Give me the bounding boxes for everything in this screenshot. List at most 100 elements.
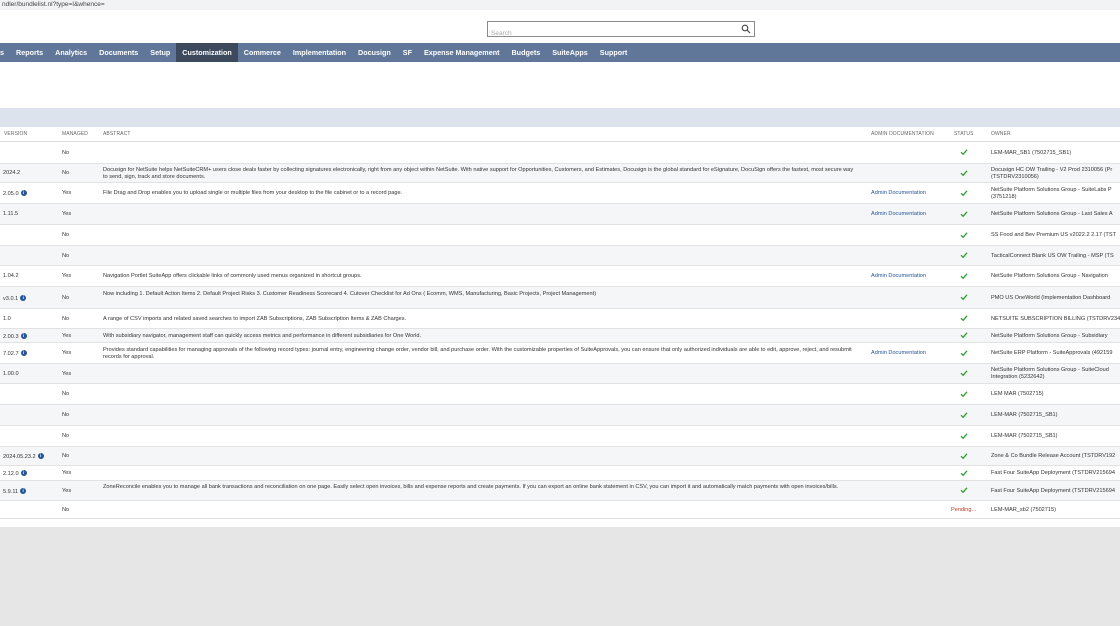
- status-check-icon: [960, 149, 968, 156]
- table-row[interactable]: v3.0.1 i No Now including 1. Default Action…: [0, 287, 1120, 309]
- status-check-icon: [960, 294, 968, 301]
- table-row[interactable]: 2.12.0 i Yes Fast Four SuiteApp Deployment …: [0, 466, 1120, 481]
- managed-cell: Yes: [62, 211, 72, 217]
- managed-cell: No: [62, 412, 70, 418]
- table-row[interactable]: No LEM-MAR (7502715_SB1): [0, 405, 1120, 426]
- search-input[interactable]: [488, 26, 733, 41]
- nav-item-expense-management[interactable]: Expense Management: [418, 43, 506, 62]
- managed-cell: Yes: [62, 273, 72, 279]
- admin-documentation-link[interactable]: Admin Documentation: [871, 190, 951, 197]
- owner-cell: NetSuite Platform Solutions Group - Last…: [991, 211, 1113, 217]
- status-check-icon: [960, 211, 968, 218]
- owner-cell: Zone & Co Bundle Release Account (TSTDRV…: [991, 453, 1116, 459]
- version-text: 7.02.7: [3, 351, 19, 357]
- table-row[interactable]: No LEM MAR (7502715): [0, 384, 1120, 405]
- abstract-cell: Now including 1. Default Action Items 2.…: [103, 291, 597, 297]
- table-row[interactable]: No LEM-MAR_SB1 (7502715_SB1): [0, 142, 1120, 164]
- status-check-icon: [960, 433, 968, 440]
- header-abstract[interactable]: ABSTRACT: [103, 131, 130, 137]
- header-managed[interactable]: MANAGED: [62, 131, 88, 137]
- header-admin-documentation[interactable]: ADMIN DOCUMENTATION: [871, 131, 934, 137]
- owner-cell: NetSuite Platform Solutions Group - Navi…: [991, 273, 1108, 279]
- status-check-icon: [960, 470, 968, 477]
- table-row[interactable]: 2024.05.23.2 i No Zone & Co Bundle Release …: [0, 447, 1120, 466]
- owner-cell: LEM-MAR (7502715_SB1): [991, 433, 1058, 439]
- status-check-icon: [960, 273, 968, 280]
- version-text: 1.0: [3, 316, 11, 322]
- owner-cell: Fast Four SuiteApp Deployment (TSTDRV215…: [991, 488, 1115, 494]
- version-text: 2.05.0: [3, 191, 19, 197]
- abstract-cell: A range of CSV imports and related saved…: [103, 316, 407, 322]
- status-check-icon: [960, 332, 968, 339]
- nav-item-commerce[interactable]: Commerce: [238, 43, 287, 62]
- status-check-icon: [960, 412, 968, 419]
- managed-cell: No: [62, 507, 70, 513]
- status-check-icon: [960, 315, 968, 322]
- header-owner[interactable]: OWNER: [991, 131, 1011, 137]
- nav-item-customization[interactable]: Customization: [176, 43, 238, 62]
- owner-cell: NetSuite Platform Solutions Group - Suit…: [991, 367, 1109, 380]
- header-status[interactable]: STATUS: [954, 131, 974, 137]
- table-row[interactable]: No SS Food and Bev Premium US v2022.2 2.1…: [0, 225, 1120, 246]
- table-row[interactable]: 1.00.0 Yes NetSuite Platform Solutions Gro…: [0, 364, 1120, 384]
- version-cell: 2024.2: [3, 170, 58, 177]
- status-check-icon: [960, 370, 968, 377]
- header-version[interactable]: VERSION: [4, 131, 27, 137]
- admin-documentation-link[interactable]: Admin Documentation: [871, 211, 951, 218]
- owner-cell: Fast Four SuiteApp Deployment (TSTDRV215…: [991, 470, 1115, 476]
- version-text: 2.00.3: [3, 334, 19, 340]
- nav-item-s[interactable]: s: [0, 43, 10, 62]
- info-icon[interactable]: i: [37, 453, 44, 459]
- abstract-cell: Navigation Portlet SuiteApp offers click…: [103, 273, 362, 279]
- version-text: v3.0.1: [3, 296, 19, 302]
- status-check-icon: [960, 391, 968, 398]
- table-row[interactable]: No Pending... LEM-MAR_sb2 (7502715): [0, 501, 1120, 519]
- table-row[interactable]: 2.00.3 i Yes With subsidiary navigator, man…: [0, 329, 1120, 343]
- table-row[interactable]: No TacticalConnect Blank US OW Trailing -…: [0, 246, 1120, 266]
- browser-url-bar[interactable]: ndler/bundlelist.nl?type=I&whence=: [0, 0, 1120, 10]
- owner-cell: NetSuite Platform Solutions Group - Suit…: [991, 187, 1112, 200]
- nav-item-support[interactable]: Support: [594, 43, 634, 62]
- global-search[interactable]: [487, 21, 755, 41]
- nav-item-budgets[interactable]: Budgets: [505, 43, 546, 62]
- nav-item-sf[interactable]: SF: [397, 43, 418, 62]
- table-row[interactable]: No LEM-MAR (7502715_SB1): [0, 426, 1120, 447]
- nav-item-docusign[interactable]: Docusign: [352, 43, 397, 62]
- nav-item-suiteapps[interactable]: SuiteApps: [546, 43, 594, 62]
- version-text: 1.00.0: [3, 371, 19, 377]
- version-cell: 2.12.0 i: [3, 470, 58, 478]
- nav-item-setup[interactable]: Setup: [144, 43, 176, 62]
- admin-documentation-link[interactable]: Admin Documentation: [871, 273, 951, 280]
- nav-item-documents[interactable]: Documents: [93, 43, 144, 62]
- table-row[interactable]: 2024.2 No Docusign for NetSuite helps NetS…: [0, 164, 1120, 183]
- managed-cell: No: [62, 433, 70, 439]
- managed-cell: No: [62, 253, 70, 259]
- search-icon[interactable]: [741, 24, 751, 34]
- info-icon[interactable]: i: [20, 470, 27, 476]
- table-row[interactable]: 1.0 No A range of CSV imports and related …: [0, 309, 1120, 329]
- version-cell: 2024.05.23.2 i: [3, 453, 58, 461]
- version-cell: 7.02.7 i: [3, 350, 58, 358]
- info-icon[interactable]: i: [20, 488, 27, 494]
- info-icon[interactable]: i: [20, 350, 27, 356]
- nav-item-analytics[interactable]: Analytics: [49, 43, 93, 62]
- table-row[interactable]: 2.05.0 i Yes File Drag and Drop enables you…: [0, 183, 1120, 204]
- nav-item-reports[interactable]: Reports: [10, 43, 49, 62]
- owner-cell: NETSUITE SUBSCRIPTION BILLING (TSTDRV234…: [991, 316, 1120, 322]
- table-row[interactable]: 1.04.2 Yes Navigation Portlet SuiteApp off…: [0, 266, 1120, 287]
- info-icon[interactable]: i: [20, 333, 27, 339]
- table-header-row: VERSION MANAGED ABSTRACT ADMIN DOCUMENTA…: [0, 127, 1120, 142]
- nav-item-implementation[interactable]: Implementation: [287, 43, 352, 62]
- table-row[interactable]: 5.9.11 i Yes ZoneReconcile enables you to m…: [0, 481, 1120, 501]
- table-row[interactable]: 7.02.7 i Yes Provides standard capabilities…: [0, 343, 1120, 364]
- admin-documentation-link[interactable]: Admin Documentation: [871, 350, 951, 357]
- managed-cell: Yes: [62, 371, 72, 377]
- owner-cell: LEM MAR (7502715): [991, 391, 1044, 397]
- info-icon[interactable]: i: [20, 190, 27, 196]
- managed-cell: No: [62, 150, 70, 156]
- version-text: 1.11.5: [3, 211, 19, 217]
- info-icon[interactable]: i: [20, 295, 27, 301]
- table-row[interactable]: 1.11.5 Yes Admin Documentation NetSuite Pla…: [0, 204, 1120, 225]
- owner-cell: LEM-MAR_sb2 (7502715): [991, 507, 1056, 513]
- managed-cell: Yes: [62, 350, 72, 356]
